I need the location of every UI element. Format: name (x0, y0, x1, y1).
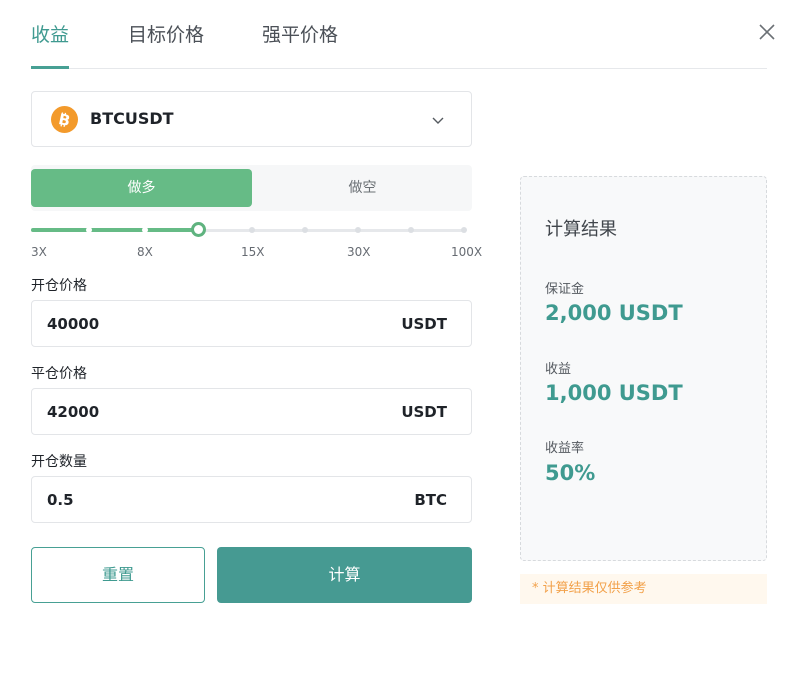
leverage-slider-handle[interactable] (191, 222, 206, 237)
open-price-label: 开仓价格 (31, 278, 87, 294)
leverage-label[interactable]: 8X (137, 245, 153, 259)
bitcoin-icon: B (51, 106, 78, 133)
roe-label: 收益率 (545, 441, 585, 456)
leverage-step-dot[interactable] (408, 227, 414, 233)
tab-liquidation-price[interactable]: 强平价格 (262, 20, 338, 47)
open-price-input[interactable]: 40000 USDT (31, 300, 472, 347)
leverage-slider-fill (31, 228, 199, 232)
pnl-value: 1,000 USDT (545, 381, 683, 405)
leverage-label[interactable]: 100X (451, 245, 482, 259)
side-toggle: 做多 做空 (31, 165, 472, 211)
calculate-button[interactable]: 计算 (217, 547, 472, 603)
leverage-step-dot[interactable] (461, 227, 467, 233)
leverage-label[interactable]: 3X (31, 245, 47, 259)
close-price-value[interactable]: 42000 (47, 403, 99, 421)
leverage-step-dot[interactable] (142, 227, 148, 233)
quantity-label: 开仓数量 (31, 454, 87, 470)
close-icon[interactable] (753, 18, 781, 46)
leverage-step-dot[interactable] (86, 227, 92, 233)
open-price-value[interactable]: 40000 (47, 315, 99, 333)
open-price-unit: USDT (401, 315, 447, 333)
result-title: 计算结果 (545, 219, 617, 240)
pair-symbol: BTCUSDT (90, 109, 174, 128)
quantity-value[interactable]: 0.5 (47, 491, 74, 509)
active-tab-indicator (31, 66, 69, 69)
result-panel: 计算结果 保证金 2,000 USDT 收益 1,000 USDT 收益率 50… (520, 176, 767, 561)
pnl-label: 收益 (545, 362, 572, 377)
leverage-step-dot[interactable] (249, 227, 255, 233)
leverage-label[interactable]: 30X (347, 245, 371, 259)
close-price-label: 平仓价格 (31, 366, 87, 382)
disclaimer-note: * 计算结果仅供参考 (520, 574, 767, 604)
tab-target-price[interactable]: 目标价格 (128, 20, 204, 47)
long-button[interactable]: 做多 (31, 169, 252, 207)
tab-pnl[interactable]: 收益 (31, 20, 69, 47)
leverage-step-dot[interactable] (302, 227, 308, 233)
leverage-label[interactable]: 15X (241, 245, 265, 259)
short-button[interactable]: 做空 (252, 169, 473, 207)
close-price-input[interactable]: 42000 USDT (31, 388, 472, 435)
chevron-down-icon (431, 112, 445, 126)
calculator-tabs: 收益 目标价格 强平价格 (31, 0, 767, 69)
quantity-input[interactable]: 0.5 BTC (31, 476, 472, 523)
roe-value: 50% (545, 461, 596, 485)
leverage-step-dot[interactable] (355, 227, 361, 233)
close-price-unit: USDT (401, 403, 447, 421)
svg-text:B: B (57, 110, 72, 130)
margin-label: 保证金 (545, 282, 585, 297)
reset-button[interactable]: 重置 (31, 547, 205, 603)
margin-value: 2,000 USDT (545, 301, 683, 325)
quantity-unit: BTC (414, 491, 447, 509)
pair-select[interactable]: B BTCUSDT (31, 91, 472, 147)
